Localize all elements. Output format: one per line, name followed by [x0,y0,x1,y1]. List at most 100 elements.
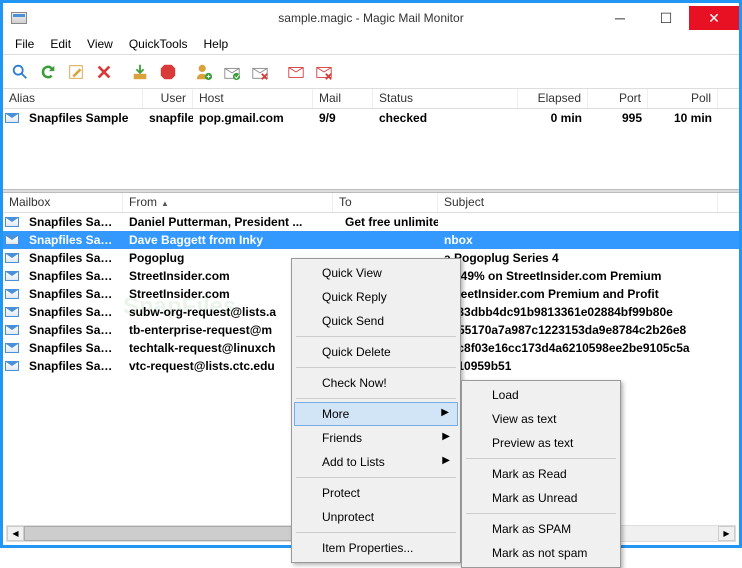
mail-remove-icon[interactable] [311,59,337,85]
menu-separator [296,336,456,337]
sort-arrow-icon: ▲ [161,199,169,208]
mail-new-icon[interactable] [283,59,309,85]
mail-delete-icon[interactable] [247,59,273,85]
menu-separator [296,532,456,533]
cell-subject: 1233dbb4dc91b9813361e02884bf99b80e [438,304,718,320]
cell-elapsed: 0 min [518,110,588,126]
account-row[interactable]: Snapfiles Sample snapfile... pop.gmail.c… [3,109,739,127]
menu-edit[interactable]: Edit [42,35,79,53]
cell-mailbox: Snapfiles Sample [23,322,123,338]
cell-subject: ve 49% on StreetInsider.com Premium [438,268,718,284]
edit-icon[interactable] [63,59,89,85]
cell-subject: Get free unlimited cloud storage [339,214,438,230]
menu-item-load[interactable]: Load [464,383,618,407]
menu-item-add-to-lists[interactable]: Add to Lists▶ [294,450,458,474]
message-row[interactable]: Snapfiles Sample Dave Baggett from Inky … [3,231,739,249]
search-icon[interactable] [7,59,33,85]
submenu-arrow-icon: ▶ [441,407,449,418]
cell-subject: StreetInsider.com Premium and Profit [438,286,718,302]
menu-file[interactable]: File [7,35,42,53]
context-menu: Quick ViewQuick ReplyQuick Send Quick Del… [291,258,461,563]
app-icon [11,12,27,24]
menu-item-more[interactable]: More▶ [294,402,458,426]
menu-quicktools[interactable]: QuickTools [121,35,196,53]
cell-subject: 3810959b51 [438,358,718,374]
cell-port: 995 [588,110,648,126]
menu-item-preview-as-text[interactable]: Preview as text [464,431,618,455]
user-add-icon[interactable] [191,59,217,85]
accounts-list[interactable]: Snapfiles Sample snapfile... pop.gmail.c… [3,109,739,189]
cell-from: Daniel Putterman, President ... [123,214,333,230]
menu-item-mark-as-spam[interactable]: Mark as SPAM [464,517,618,541]
col-poll[interactable]: Poll [648,89,718,108]
col-status[interactable]: Status [373,89,518,108]
stop-icon[interactable] [155,59,181,85]
menu-item-view-as-text[interactable]: View as text [464,407,618,431]
cell-mailbox: Snapfiles Sample [23,250,123,266]
menu-item-unprotect[interactable]: Unprotect [294,505,458,529]
cell-subject: 1d55170a7a987c1223153da9e8784c2b26e8 [438,322,718,338]
menu-item-item-properties[interactable]: Item Properties... [294,536,458,560]
scroll-right-button[interactable]: ▶ [718,526,735,541]
menu-item-protect[interactable]: Protect [294,481,458,505]
col-mail[interactable]: Mail [313,89,373,108]
col-host[interactable]: Host [193,89,313,108]
menu-item-friends[interactable]: Friends▶ [294,426,458,450]
col-port[interactable]: Port [588,89,648,108]
cell-to [333,239,438,241]
mail-icon [5,113,19,123]
menu-item-check-now[interactable]: Check Now! [294,371,458,395]
context-submenu: LoadView as textPreview as text Mark as R… [461,380,621,568]
maximize-button[interactable]: ☐ [643,6,689,30]
messages-columns: Mailbox From▲ To Subject [3,193,739,213]
menu-item-mark-as-read[interactable]: Mark as Read [464,462,618,486]
col-to[interactable]: To [333,193,438,212]
close-button[interactable]: ✕ [689,6,739,30]
col-alias[interactable]: Alias [3,89,143,108]
refresh-icon[interactable] [35,59,61,85]
col-elapsed[interactable]: Elapsed [518,89,588,108]
cell-mailbox: Snapfiles Sample [23,358,123,374]
menu-item-quick-view[interactable]: Quick View [294,261,458,285]
menu-view[interactable]: View [79,35,121,53]
cell-subject: 05c8f03e16cc173d4a6210598ee2be9105c5a [438,340,718,356]
cell-mailbox: Snapfiles Sample [23,268,123,284]
menu-separator [296,477,456,478]
mail-icon [5,361,19,371]
message-row[interactable]: Snapfiles Sample Daniel Putterman, Presi… [3,213,739,231]
mail-open-icon[interactable] [219,59,245,85]
download-icon[interactable] [127,59,153,85]
mail-icon [5,253,19,263]
menu-help[interactable]: Help [196,35,237,53]
cell-status: checked [373,110,518,126]
toolbar [3,55,739,89]
menubar: File Edit View QuickTools Help [3,33,739,55]
col-user[interactable]: User [143,89,193,108]
menu-separator [296,367,456,368]
col-subject[interactable]: Subject [438,193,718,212]
col-mailbox[interactable]: Mailbox [3,193,123,212]
cell-host: pop.gmail.com [193,110,313,126]
menu-item-quick-delete[interactable]: Quick Delete [294,340,458,364]
col-from[interactable]: From▲ [123,193,333,212]
minimize-button[interactable]: ─ [597,6,643,30]
scroll-left-button[interactable]: ◀ [7,526,24,541]
menu-item-mark-as-not-spam[interactable]: Mark as not spam [464,541,618,565]
accounts-columns: Alias User Host Mail Status Elapsed Port… [3,89,739,109]
mail-icon [5,289,19,299]
window-title: sample.magic - Magic Mail Monitor [278,11,463,25]
cell-mailbox: Snapfiles Sample [23,286,123,302]
menu-item-quick-reply[interactable]: Quick Reply [294,285,458,309]
cell-user: snapfile... [143,110,193,126]
menu-item-quick-send[interactable]: Quick Send [294,309,458,333]
cell-mailbox: Snapfiles Sample [23,340,123,356]
submenu-arrow-icon: ▶ [442,455,450,466]
submenu-arrow-icon: ▶ [442,431,450,442]
cell-mailbox: Snapfiles Sample [23,214,123,230]
menu-separator [466,513,616,514]
delete-icon[interactable] [91,59,117,85]
mail-icon [5,325,19,335]
cell-mailbox: Snapfiles Sample [23,304,123,320]
cell-subject: nbox [438,232,718,248]
menu-item-mark-as-unread[interactable]: Mark as Unread [464,486,618,510]
